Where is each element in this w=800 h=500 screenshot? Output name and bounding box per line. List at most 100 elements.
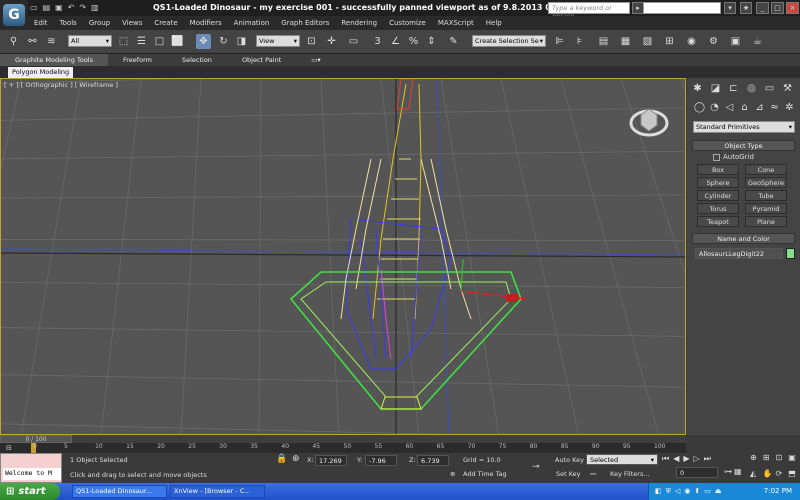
tab-freeform[interactable]: Freeform bbox=[108, 54, 167, 66]
pivot-center-icon[interactable]: ⊡ bbox=[304, 34, 319, 49]
spinner-snap-icon[interactable]: ⇕ bbox=[424, 34, 439, 49]
safely-remove-icon[interactable]: ⏏ bbox=[715, 487, 722, 496]
taskbar-item-3dsmax[interactable]: QS1-Loaded Dinosaur... bbox=[72, 485, 167, 498]
curve-editor-icon[interactable]: ▧ bbox=[640, 34, 655, 49]
help-dropdown-icon[interactable]: ▾ bbox=[724, 2, 736, 14]
time-slider-thumb[interactable]: 0 / 100 bbox=[0, 435, 72, 443]
auto-key-button[interactable]: Auto Key bbox=[555, 456, 584, 464]
plane-button[interactable]: Plane bbox=[745, 216, 787, 227]
edit-named-selection-icon[interactable]: ✎ bbox=[446, 34, 461, 49]
menu-help[interactable]: Help bbox=[480, 19, 508, 27]
search-input[interactable]: Type a keyword or phrase bbox=[548, 2, 630, 20]
start-button[interactable]: ⊞ start bbox=[0, 483, 60, 500]
render-setup-icon[interactable]: ⚙ bbox=[706, 34, 721, 49]
menu-views[interactable]: Views bbox=[116, 19, 148, 27]
network-icon[interactable]: ◧ bbox=[655, 487, 662, 496]
align-icon[interactable]: ⊧ bbox=[572, 34, 587, 49]
selection-filter-dropdown[interactable]: All ▾ bbox=[68, 35, 112, 47]
key-filters-button[interactable]: Key Filters... bbox=[610, 470, 650, 478]
go-to-end-icon[interactable]: ⏭ bbox=[704, 454, 711, 464]
unlink-icon[interactable]: ⚯ bbox=[25, 34, 40, 49]
select-and-rotate-icon[interactable]: ↻ bbox=[216, 34, 231, 49]
select-and-scale-icon[interactable]: ◨ bbox=[234, 34, 249, 49]
geometry-icon[interactable]: ◯ bbox=[692, 100, 707, 115]
display-icon[interactable]: ▭ bbox=[704, 487, 711, 496]
schematic-view-icon[interactable]: ⊞ bbox=[662, 34, 677, 49]
x-coordinate-input[interactable]: 17.269 bbox=[315, 455, 347, 466]
updates-icon[interactable]: ⬆ bbox=[694, 487, 700, 496]
selection-region-icon[interactable]: □ bbox=[152, 34, 167, 49]
viewport-label[interactable]: [ + ] [ Orthographic ] [ Wireframe ] bbox=[4, 81, 118, 89]
hierarchy-tab-icon[interactable]: ⊏ bbox=[726, 81, 741, 96]
polygon-modeling-panel[interactable]: Polygon Modeling bbox=[8, 67, 74, 78]
maxscript-listener[interactable]: Welcome to M bbox=[0, 453, 62, 483]
time-tag-icon[interactable]: ⊕ bbox=[450, 470, 455, 478]
y-coordinate-input[interactable]: -7.96 bbox=[365, 455, 397, 466]
pan-icon[interactable]: ✋ bbox=[763, 469, 775, 484]
tab-object-paint[interactable]: Object Paint bbox=[227, 54, 296, 66]
tube-button[interactable]: Tube bbox=[745, 190, 787, 201]
zoom-all-icon[interactable]: ⊞ bbox=[763, 453, 775, 468]
systems-icon[interactable]: ✲ bbox=[782, 100, 797, 115]
link-icon[interactable]: ⚲ bbox=[6, 34, 21, 49]
select-object-icon[interactable]: ⬚ bbox=[116, 34, 131, 49]
new-file-icon[interactable]: ▭ bbox=[30, 3, 38, 12]
bind-spacewarp-icon[interactable]: ≋ bbox=[44, 34, 59, 49]
shapes-icon[interactable]: ◔ bbox=[707, 100, 722, 115]
menu-maxscript[interactable]: MAXScript bbox=[432, 19, 480, 27]
maxscript-listener-input[interactable]: Welcome to M bbox=[3, 468, 61, 480]
cylinder-button[interactable]: Cylinder bbox=[697, 190, 739, 201]
current-frame-input[interactable]: 0 bbox=[676, 467, 718, 478]
select-manipulate-icon[interactable]: ✛ bbox=[324, 34, 339, 49]
star-icon[interactable]: ★ bbox=[740, 2, 752, 14]
sphere-button[interactable]: Sphere bbox=[697, 177, 739, 188]
tab-selection[interactable]: Selection bbox=[167, 54, 227, 66]
menu-edit[interactable]: Edit bbox=[28, 19, 54, 27]
layer-manager-icon[interactable]: ▤ bbox=[596, 34, 611, 49]
helpers-icon[interactable]: ⊿ bbox=[752, 100, 767, 115]
keyboard-shortcut-icon[interactable]: ▭ bbox=[346, 34, 361, 49]
default-in-out-tangents-icon[interactable]: ⎓ bbox=[590, 469, 596, 479]
time-configuration-icon[interactable]: ▦ bbox=[734, 467, 742, 476]
menu-customize[interactable]: Customize bbox=[383, 19, 432, 27]
material-editor-icon[interactable]: ◉ bbox=[684, 34, 699, 49]
zoom-extents-all-icon[interactable]: ▣ bbox=[788, 453, 800, 468]
menu-animation[interactable]: Animation bbox=[228, 19, 276, 27]
menu-graph-editors[interactable]: Graph Editors bbox=[275, 19, 335, 27]
save-icon[interactable]: ▣ bbox=[55, 3, 63, 12]
angle-snap-icon[interactable]: ∠ bbox=[388, 34, 403, 49]
field-of-view-icon[interactable]: ◭ bbox=[750, 469, 762, 484]
undo-icon[interactable]: ↶ bbox=[68, 3, 75, 12]
tab-graphite-modeling-tools[interactable]: Graphite Modeling Tools bbox=[0, 54, 109, 66]
cameras-icon[interactable]: ⌂ bbox=[737, 100, 752, 115]
autogrid-checkbox[interactable] bbox=[713, 153, 720, 161]
box-button[interactable]: Box bbox=[697, 164, 739, 175]
taskbar-item-xnview[interactable]: XnView - [Browser - C... bbox=[170, 485, 265, 498]
reference-coordinate-dropdown[interactable]: View ▾ bbox=[256, 35, 300, 47]
minimize-button[interactable]: _ bbox=[756, 2, 769, 14]
antivirus-icon[interactable]: ◉ bbox=[684, 487, 690, 496]
add-time-tag-button[interactable]: Add Time Tag bbox=[463, 470, 507, 478]
torus-button[interactable]: Torus bbox=[697, 203, 739, 214]
previous-frame-icon[interactable]: ◀ bbox=[673, 454, 679, 464]
utilities-tab-icon[interactable]: ⚒ bbox=[780, 81, 795, 96]
object-name-input[interactable]: AllosaurLLegDigit22 bbox=[695, 248, 783, 259]
spacewarps-icon[interactable]: ≈ bbox=[767, 100, 782, 115]
ribbon-options-icon[interactable]: ▭▾ bbox=[296, 54, 335, 66]
zoom-icon[interactable]: ⊕ bbox=[750, 453, 762, 468]
info-center-field[interactable] bbox=[643, 2, 721, 14]
security-icon[interactable]: ⛨ bbox=[666, 487, 671, 496]
name-and-color-rollout[interactable]: Name and Color bbox=[692, 233, 795, 244]
named-selection-dropdown[interactable]: Create Selection Se ▾ bbox=[472, 35, 546, 47]
create-tab-icon[interactable]: ✱ bbox=[690, 81, 705, 96]
modify-tab-icon[interactable]: ◪ bbox=[708, 81, 723, 96]
lock-selection-icon[interactable]: 🔒 bbox=[276, 454, 287, 464]
play-icon[interactable]: ▶ bbox=[683, 454, 689, 464]
render-production-icon[interactable]: ☕ bbox=[750, 34, 765, 49]
track-bar[interactable]: ⊟ 0 5 10 15 20 25 30 35 40 45 50 55 60 65 70 75 80 85 90 95… bbox=[0, 443, 686, 453]
window-crossing-icon[interactable]: ⬜ bbox=[170, 34, 185, 49]
percent-snap-icon[interactable]: % bbox=[406, 34, 421, 49]
menu-tools[interactable]: Tools bbox=[54, 19, 83, 27]
primitive-category-dropdown[interactable]: Standard Primitives ▾ bbox=[693, 121, 795, 133]
menu-modifiers[interactable]: Modifiers bbox=[184, 19, 228, 27]
